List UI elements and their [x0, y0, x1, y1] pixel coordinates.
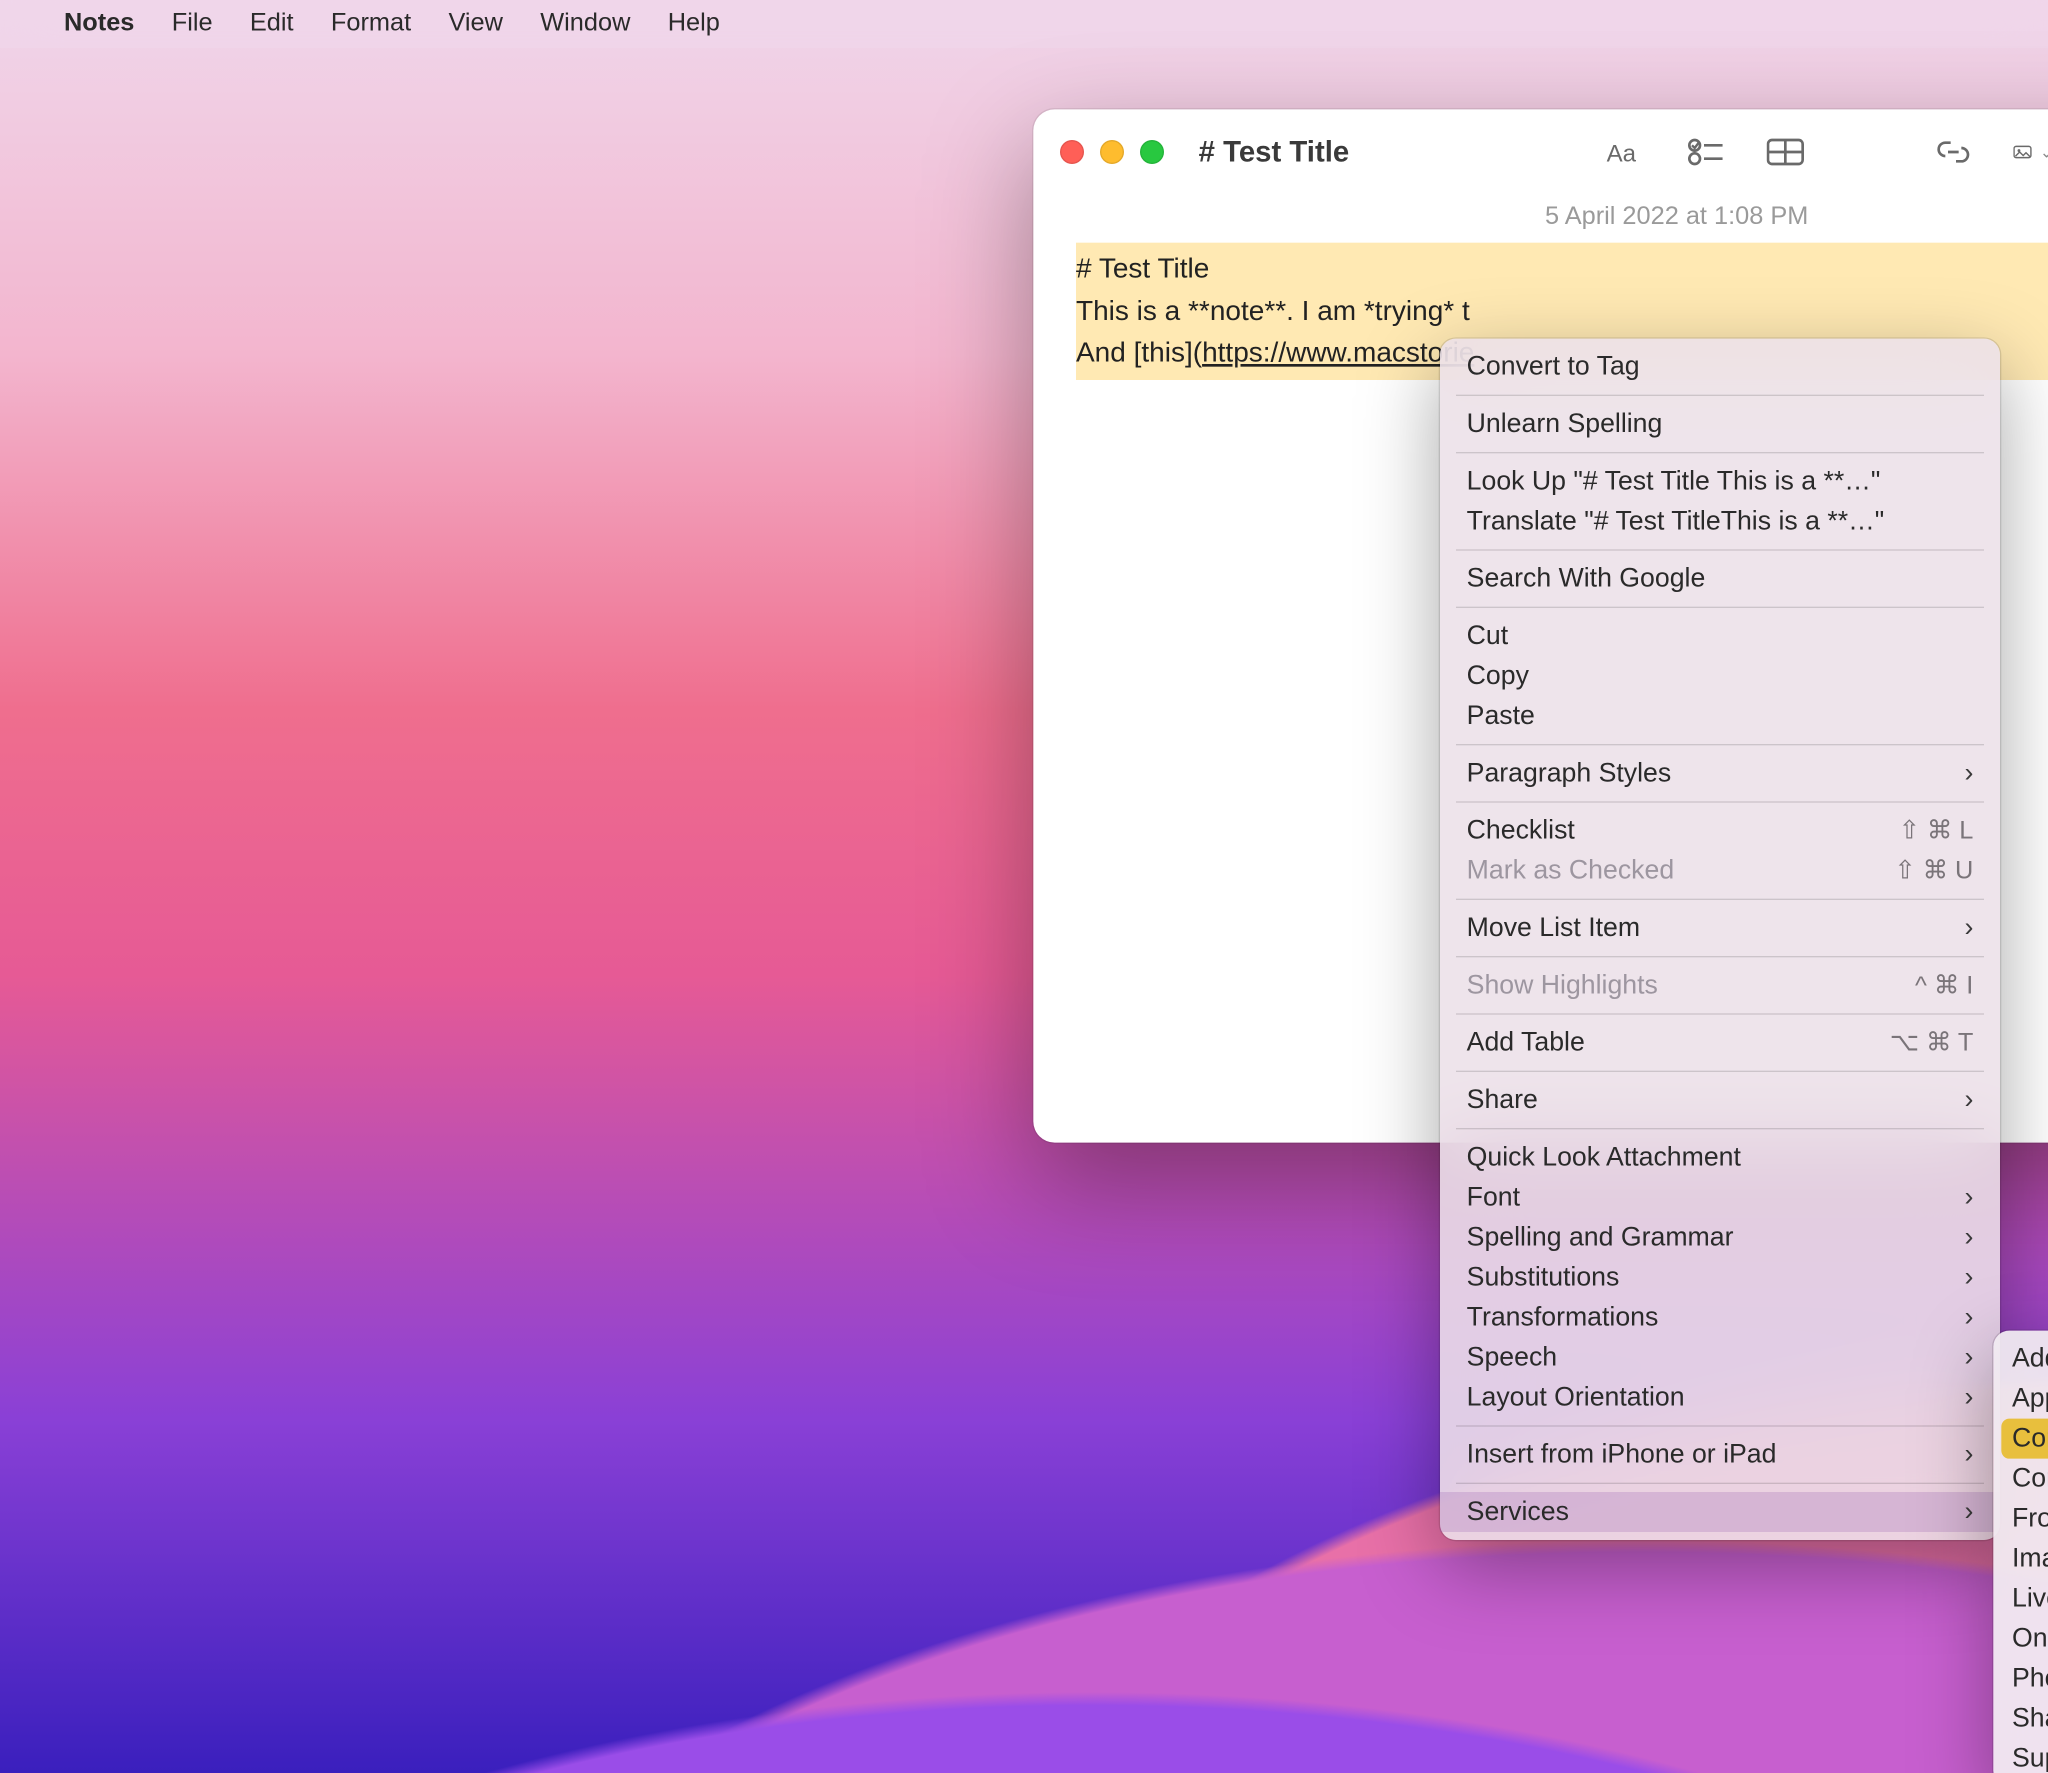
chevron-right-icon: › [1964, 913, 1973, 944]
menubar-view[interactable]: View [430, 9, 522, 38]
separator [1456, 899, 1984, 900]
ctx-translate[interactable]: Translate "# Test TitleThis is a **…" [1440, 501, 2000, 541]
ctx-quick-look[interactable]: Quick Look Attachment [1440, 1137, 2000, 1177]
chevron-right-icon: › [1964, 1222, 1973, 1253]
chevron-right-icon: › [1964, 1342, 1973, 1373]
note-link[interactable]: https://www.macstorie [1202, 337, 1474, 368]
menubar-app-name[interactable]: Notes [45, 9, 153, 38]
ctx-show-highlights: Show Highlights^ ⌘ I [1440, 965, 2000, 1005]
ctx-unlearn-spelling[interactable]: Unlearn Spelling [1440, 404, 2000, 444]
services-item[interactable]: From Rackspace to Bunny [1993, 1499, 2048, 1539]
minimize-button[interactable] [1100, 140, 1124, 164]
separator [1456, 744, 1984, 745]
services-item[interactable]: ShareMenu [1993, 1699, 2048, 1739]
menubar-help[interactable]: Help [649, 9, 738, 38]
chevron-right-icon: › [1964, 1439, 1973, 1470]
menubar: Notes File Edit Format View Window Help … [0, 0, 2048, 48]
separator [1456, 1071, 1984, 1072]
context-menu: Convert to Tag Unlearn Spelling Look Up … [1440, 339, 2000, 1540]
separator [1456, 549, 1984, 550]
separator [1456, 395, 1984, 396]
menubar-edit[interactable]: Edit [231, 9, 312, 38]
chevron-right-icon: › [1964, 758, 1973, 789]
link-icon[interactable] [1933, 132, 1973, 172]
menubar-format[interactable]: Format [312, 9, 430, 38]
menubar-file[interactable]: File [153, 9, 231, 38]
ctx-spelling[interactable]: Spelling and Grammar› [1440, 1217, 2000, 1257]
ctx-checklist[interactable]: Checklist⇧ ⌘ L [1440, 811, 2000, 851]
ctx-substitutions[interactable]: Substitutions› [1440, 1257, 2000, 1297]
services-item[interactable]: On My Mind [1993, 1619, 2048, 1659]
window-titlebar[interactable]: # Test Title Aa ⌄ ⌄ [1033, 109, 2048, 194]
close-button[interactable] [1060, 140, 1084, 164]
checklist-icon[interactable] [1685, 132, 1725, 172]
chevron-right-icon: › [1964, 1262, 1973, 1293]
separator [1456, 452, 1984, 453]
ctx-paste[interactable]: Paste [1440, 696, 2000, 736]
chevron-right-icon: › [1964, 1382, 1973, 1413]
services-item[interactable]: Add Selection to GoodTask [1993, 1339, 2048, 1379]
ctx-layout-orientation[interactable]: Layout Orientation› [1440, 1377, 2000, 1417]
svg-text:Aa: Aa [1607, 140, 1637, 166]
separator [1456, 607, 1984, 608]
separator [1456, 1013, 1984, 1014]
window-title: # Test Title [1199, 135, 1350, 170]
ctx-cut[interactable]: Cut [1440, 616, 2000, 656]
toolbar: Aa ⌄ ⌄ [1605, 132, 2048, 172]
ctx-transformations[interactable]: Transformations› [1440, 1297, 2000, 1337]
ctx-search-google[interactable]: Search With Google [1440, 559, 2000, 599]
ctx-share[interactable]: Share› [1440, 1080, 2000, 1120]
format-icon[interactable]: Aa [1605, 132, 1645, 172]
ctx-font[interactable]: Font› [1440, 1177, 2000, 1217]
services-item[interactable]: Photo Translator [1993, 1659, 2048, 1699]
services-item[interactable]: Super ML [1993, 1739, 2048, 1773]
chevron-right-icon: › [1964, 1182, 1973, 1213]
media-icon[interactable]: ⌄ [2013, 132, 2048, 172]
services-submenu: Add Selection to GoodTaskApp DebutsConve… [1993, 1331, 2048, 1773]
separator [1456, 956, 1984, 957]
services-item[interactable]: Convert to JPEG [1993, 1459, 2048, 1499]
ctx-add-table[interactable]: Add Table⌥ ⌘ T [1440, 1023, 2000, 1063]
separator [1456, 1425, 1984, 1426]
ctx-convert-to-tag[interactable]: Convert to Tag [1440, 347, 2000, 387]
chevron-right-icon: › [1964, 1302, 1973, 1333]
zoom-button[interactable] [1140, 140, 1164, 164]
services-item[interactable]: Convert Selected Text to Rich Text [2001, 1419, 2048, 1459]
separator [1456, 801, 1984, 802]
ctx-move-list-item[interactable]: Move List Item› [1440, 908, 2000, 948]
ctx-services[interactable]: Services› [1440, 1492, 2000, 1532]
menubar-window[interactable]: Window [522, 9, 649, 38]
note-timestamp: 5 April 2022 at 1:08 PM [1033, 195, 2048, 243]
separator [1456, 1483, 1984, 1484]
ctx-paragraph-styles[interactable]: Paragraph Styles› [1440, 753, 2000, 793]
services-item[interactable]: App Debuts [1993, 1379, 2048, 1419]
ctx-look-up[interactable]: Look Up "# Test Title This is a **…" [1440, 461, 2000, 501]
ctx-speech[interactable]: Speech› [1440, 1337, 2000, 1377]
ctx-mark-checked: Mark as Checked⇧ ⌘ U [1440, 851, 2000, 891]
services-item[interactable]: Live Text Extractor [1993, 1579, 2048, 1619]
ctx-insert-from-device[interactable]: Insert from iPhone or iPad› [1440, 1435, 2000, 1475]
chevron-right-icon: › [1964, 1085, 1973, 1116]
note-line-2: This is a **note**. I am *trying* t [1076, 290, 2048, 332]
traffic-lights [1060, 140, 1164, 164]
services-item[interactable]: Images to Mailchimp [1993, 1539, 2048, 1579]
separator [1456, 1128, 1984, 1129]
ctx-copy[interactable]: Copy [1440, 656, 2000, 696]
table-icon[interactable] [1765, 132, 1805, 172]
chevron-right-icon: › [1964, 1497, 1973, 1528]
note-line-1: # Test Title [1076, 248, 2048, 290]
